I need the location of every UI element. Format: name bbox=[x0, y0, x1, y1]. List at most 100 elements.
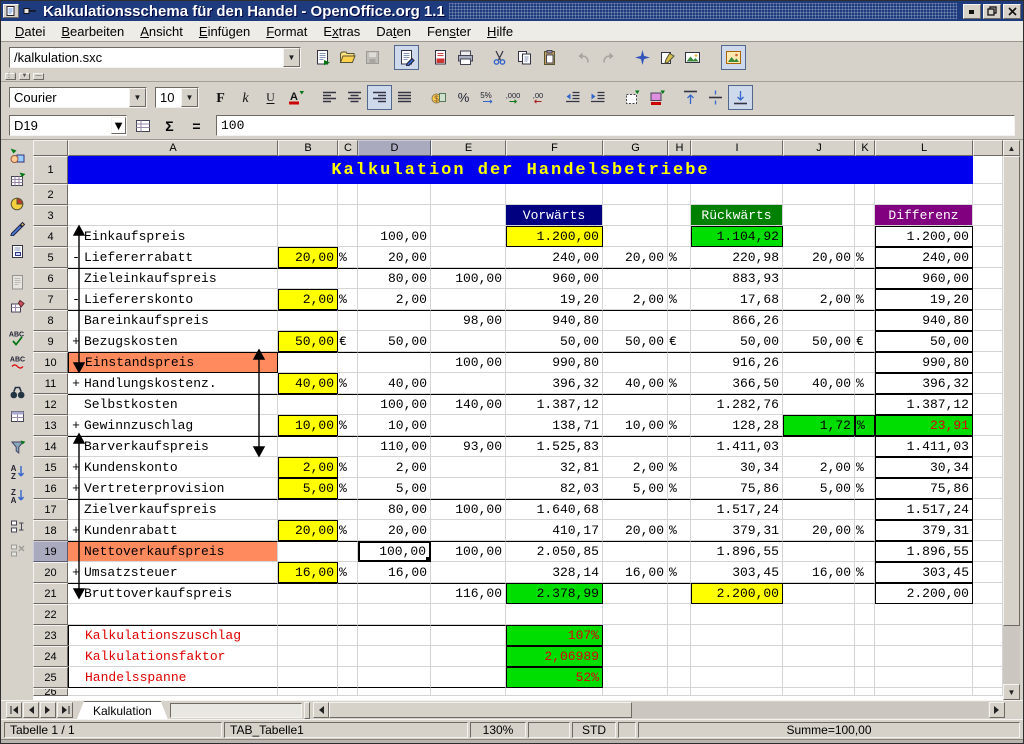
autofilter-icon[interactable] bbox=[5, 435, 30, 459]
row-header-19[interactable]: 19 bbox=[33, 541, 68, 562]
cell-C2[interactable] bbox=[338, 184, 358, 205]
cell-B14[interactable] bbox=[278, 436, 338, 457]
cell-L24[interactable] bbox=[875, 646, 973, 667]
cell-C5[interactable]: % bbox=[338, 247, 358, 268]
cell-D4[interactable]: 100,00 bbox=[358, 226, 431, 247]
cell-B13[interactable]: 10,00 bbox=[278, 415, 338, 436]
menu-bearbeiten[interactable]: Bearbeiten bbox=[53, 22, 132, 41]
cell-F3[interactable]: Vorwärts bbox=[506, 205, 603, 226]
hscroll-right-icon[interactable] bbox=[989, 702, 1005, 718]
number-percent-icon[interactable]: % bbox=[451, 85, 476, 110]
cell-E19[interactable]: 100,00 bbox=[431, 541, 506, 562]
cell-J26[interactable] bbox=[783, 688, 855, 696]
number-currency-icon[interactable]: $ bbox=[426, 85, 451, 110]
cell-L2[interactable] bbox=[875, 184, 973, 205]
cell-F8[interactable]: 940,80 bbox=[506, 310, 603, 331]
selected-cell-D19[interactable]: 100,00 bbox=[358, 541, 431, 562]
cell-I11[interactable]: 366,50 bbox=[691, 373, 783, 394]
insert-image-icon[interactable] bbox=[721, 45, 746, 70]
cell-C14[interactable] bbox=[338, 436, 358, 457]
column-header-G[interactable]: G bbox=[603, 140, 668, 156]
row-header-3[interactable]: 3 bbox=[33, 205, 68, 226]
cell-C10[interactable] bbox=[338, 352, 358, 373]
sheet-tab-kalkulation[interactable]: Kalkulation bbox=[77, 701, 168, 719]
cell-L26[interactable] bbox=[875, 688, 973, 696]
cell-A24[interactable]: Kalkulationsfaktor bbox=[68, 646, 278, 667]
cell-B3[interactable] bbox=[278, 205, 338, 226]
row-header-9[interactable]: 9 bbox=[33, 331, 68, 352]
cell-E22[interactable] bbox=[431, 604, 506, 625]
cell-B16[interactable]: 5,00 bbox=[278, 478, 338, 499]
cell-J24[interactable] bbox=[783, 646, 855, 667]
row-header-1[interactable]: 1 bbox=[33, 156, 68, 184]
cell-J19[interactable] bbox=[783, 541, 855, 562]
row-header-25[interactable]: 25 bbox=[33, 667, 68, 688]
cell-K19[interactable] bbox=[855, 541, 875, 562]
group-icon[interactable] bbox=[5, 514, 30, 538]
cell-E11[interactable] bbox=[431, 373, 506, 394]
cell-J10[interactable] bbox=[783, 352, 855, 373]
cell-F16[interactable]: 82,03 bbox=[506, 478, 603, 499]
borders-icon[interactable] bbox=[619, 85, 644, 110]
cell-I17[interactable]: 1.517,24 bbox=[691, 499, 783, 520]
cell-D18[interactable]: 20,00 bbox=[358, 520, 431, 541]
tab-splitter-handle[interactable] bbox=[304, 702, 310, 719]
cell-F17[interactable]: 1.640,68 bbox=[506, 499, 603, 520]
cell-E10[interactable]: 100,00 bbox=[431, 352, 506, 373]
cell-D17[interactable]: 80,00 bbox=[358, 499, 431, 520]
cell-L19[interactable]: 1.896,55 bbox=[875, 541, 973, 562]
cell-F19[interactable]: 2.050,85 bbox=[506, 541, 603, 562]
cell-B8[interactable] bbox=[278, 310, 338, 331]
cell-L11[interactable]: 396,32 bbox=[875, 373, 973, 394]
scroll-down-icon[interactable]: ▼ bbox=[1003, 684, 1020, 700]
cell-B26[interactable] bbox=[278, 688, 338, 696]
cell-H17[interactable] bbox=[668, 499, 691, 520]
cell-E14[interactable]: 93,00 bbox=[431, 436, 506, 457]
insert-cells-icon[interactable] bbox=[5, 167, 30, 191]
column-header-H[interactable]: H bbox=[668, 140, 691, 156]
cell-H20[interactable]: % bbox=[668, 562, 691, 583]
row-header-15[interactable]: 15 bbox=[33, 457, 68, 478]
cell-B9[interactable]: 50,00 bbox=[278, 331, 338, 352]
cell-B7[interactable]: 2,00 bbox=[278, 289, 338, 310]
cell-C17[interactable] bbox=[338, 499, 358, 520]
cell-A26[interactable] bbox=[68, 688, 278, 696]
cell-J7[interactable]: 2,00 bbox=[783, 289, 855, 310]
row-header-23[interactable]: 23 bbox=[33, 625, 68, 646]
cell-K13[interactable]: % bbox=[855, 415, 875, 436]
status-zoom[interactable]: 130% bbox=[470, 722, 526, 738]
row-header-24[interactable]: 24 bbox=[33, 646, 68, 667]
cell-H13[interactable]: % bbox=[668, 415, 691, 436]
cell-C25[interactable] bbox=[338, 667, 358, 688]
cell-G7[interactable]: 2,00 bbox=[603, 289, 668, 310]
cell-K8[interactable] bbox=[855, 310, 875, 331]
cell-G25[interactable] bbox=[603, 667, 668, 688]
cell-A2[interactable] bbox=[68, 184, 278, 205]
form-functions-icon[interactable] bbox=[5, 239, 30, 263]
cell-D7[interactable]: 2,00 bbox=[358, 289, 431, 310]
cell-B18[interactable]: 20,00 bbox=[278, 520, 338, 541]
row-header-2[interactable]: 2 bbox=[33, 184, 68, 205]
align-justify-icon[interactable] bbox=[392, 85, 417, 110]
cell-J25[interactable] bbox=[783, 667, 855, 688]
cell-L6[interactable]: 960,00 bbox=[875, 268, 973, 289]
row-header-20[interactable]: 20 bbox=[33, 562, 68, 583]
cell-J9[interactable]: 50,00 bbox=[783, 331, 855, 352]
cell-B23[interactable] bbox=[278, 625, 338, 646]
cell-A17[interactable]: Zielverkaufspreis bbox=[68, 499, 278, 520]
cell-I2[interactable] bbox=[691, 184, 783, 205]
cell-B21[interactable] bbox=[278, 583, 338, 604]
cell-H22[interactable] bbox=[668, 604, 691, 625]
cell-D6[interactable]: 80,00 bbox=[358, 268, 431, 289]
cell-K20[interactable]: % bbox=[855, 562, 875, 583]
column-header-E[interactable]: E bbox=[431, 140, 506, 156]
cell-C6[interactable] bbox=[338, 268, 358, 289]
bold-icon[interactable]: F bbox=[208, 85, 233, 110]
cell-C12[interactable] bbox=[338, 394, 358, 415]
cell-J3[interactable] bbox=[783, 205, 855, 226]
align-middle-icon[interactable] bbox=[703, 85, 728, 110]
cell-F21[interactable]: 2.378,99 bbox=[506, 583, 603, 604]
cell-I9[interactable]: 50,00 bbox=[691, 331, 783, 352]
increase-indent-icon[interactable] bbox=[585, 85, 610, 110]
row-header-7[interactable]: 7 bbox=[33, 289, 68, 310]
